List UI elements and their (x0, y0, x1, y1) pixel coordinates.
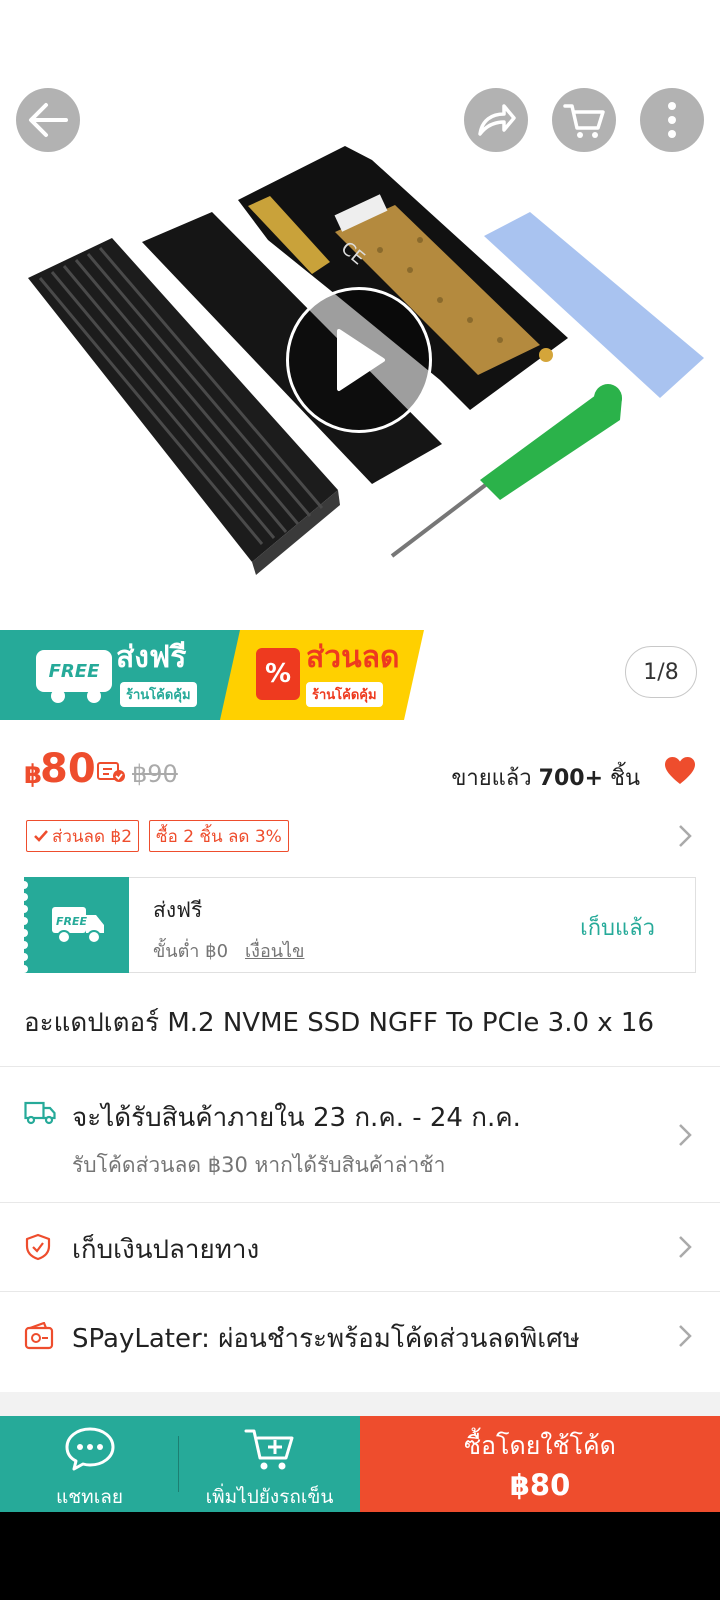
truck-wheels-icon (51, 689, 101, 703)
delivery-row[interactable]: จะได้รับสินค้าภายใน 23 ก.ค. - 24 ก.ค. รั… (0, 1067, 720, 1202)
chevron-right-icon (679, 1236, 692, 1258)
voucher-free-text: FREE (56, 915, 87, 928)
discount-tag[interactable]: ส่วนลด ฿2 (26, 820, 140, 852)
back-arrow-icon (29, 103, 68, 137)
discount-subtitle: ร้านโค้ดคุ้ม (306, 682, 383, 707)
voucher-title: ส่งฟรี (153, 898, 203, 922)
play-icon (337, 329, 385, 391)
price-row: ฿ 80 ฿90 ขายแล้ว 700+ ชิ้น (24, 746, 696, 802)
check-icon (34, 830, 48, 842)
cod-label: เก็บเงินปลายทาง (72, 1235, 260, 1265)
image-counter: 1/8 (625, 646, 697, 698)
free-truck-icon: FREE (52, 907, 104, 944)
shipping-voucher[interactable]: FREE ส่งฟรี ขั้นต่ำ ฿0 เงื่อนไข เก็บแล้ว (24, 877, 696, 973)
add-to-cart-icon (244, 1429, 293, 1470)
play-video-button[interactable] (286, 287, 432, 433)
delivery-estimate: จะได้รับสินค้าภายใน 23 ก.ค. - 24 ก.ค. (72, 1103, 521, 1133)
sold-suffix: ชิ้น (610, 766, 640, 791)
buy-price: ฿80 (509, 1468, 571, 1502)
chat-bubble-icon (65, 1427, 114, 1471)
heart-icon[interactable] (664, 756, 696, 786)
current-price: 80 (40, 746, 96, 792)
promo-tags[interactable]: ส่วนลด ฿2 ซื้อ 2 ชิ้น ลด 3% (26, 820, 289, 852)
chat-button[interactable]: แชทเลย (0, 1416, 179, 1512)
chevron-right-icon (679, 1325, 692, 1347)
truck-icon (24, 1101, 56, 1125)
more-vertical-icon (668, 102, 676, 138)
voucher-left: FREE (24, 877, 129, 973)
discount-title: ส่วนลด (306, 640, 400, 675)
shield-check-icon (25, 1233, 51, 1261)
original-price: ฿90 (132, 760, 178, 788)
buy-label: ซื้อโดยใช้โค้ด (464, 1431, 616, 1460)
more-options-button[interactable] (640, 88, 704, 152)
chevron-right-icon[interactable] (678, 824, 692, 848)
promo-banner: FREE ส่งฟรี ร้านโค้ดคุ้ม % ส่วนลด ร้านโค… (0, 630, 424, 720)
back-button[interactable] (16, 88, 80, 152)
chat-label: แชทเลย (56, 1486, 123, 1508)
bundle-deal-tag[interactable]: ซื้อ 2 ชิ้น ลด 3% (149, 820, 289, 852)
add-to-cart-label: เพิ่มไปยังรถเข็น (205, 1486, 334, 1508)
coupon-check-icon (97, 762, 125, 782)
paylater-label: SPayLater: ผ่อนชำระพร้อมโค้ดส่วนลดพิเศษ (72, 1324, 580, 1354)
discount-tag-label: ส่วนลด ฿2 (52, 826, 133, 847)
wallet-icon (24, 1322, 54, 1350)
notch-edge (24, 881, 28, 973)
paylater-row[interactable]: SPayLater: ผ่อนชำระพร้อมโค้ดส่วนลดพิเศษ (0, 1292, 720, 1392)
system-navigation-bar (0, 1512, 720, 1600)
heatsink-illustration (28, 238, 340, 575)
shopping-cart-icon (563, 104, 605, 138)
share-button[interactable] (464, 88, 528, 152)
chevron-right-icon (679, 1124, 692, 1146)
product-image-gallery[interactable]: CE FREE ส่งฟรี ร้านโค้ดคุ้ม % ส่วนลด ร้า… (0, 0, 720, 720)
cod-row[interactable]: เก็บเงินปลายทาง (0, 1203, 720, 1291)
free-shipping-subtitle: ร้านโค้ดคุ้ม (120, 682, 197, 707)
voucher-claimed-status[interactable]: เก็บแล้ว (580, 910, 655, 945)
product-title: อะแดปเตอร์ M.2 NVME SSD NGFF To PCIe 3.0… (24, 1008, 655, 1038)
sold-number: 700+ (538, 766, 604, 791)
section-gap (0, 1392, 720, 1416)
add-to-cart-button[interactable]: เพิ่มไปยังรถเข็น (179, 1416, 360, 1512)
bottom-action-bar: แชทเลย เพิ่มไปยังรถเข็น ซื้อโดยใช้โค้ด ฿… (0, 1416, 720, 1512)
share-icon (478, 104, 516, 136)
sold-prefix: ขายแล้ว (451, 766, 532, 791)
free-shipping-banner: FREE ส่งฟรี ร้านโค้ดคุ้ม (0, 630, 240, 720)
late-delivery-offer: รับโค้ดส่วนลด ฿30 หากได้รับสินค้าล่าช้า (72, 1153, 446, 1177)
voucher-min-spend: ขั้นต่ำ ฿0 (153, 941, 229, 962)
percent-tag-icon: % (256, 648, 300, 700)
buy-with-voucher-button[interactable]: ซื้อโดยใช้โค้ด ฿80 (360, 1416, 720, 1512)
screwdriver-illustration (390, 384, 622, 558)
bundle-deal-label: ซื้อ 2 ชิ้น ลด 3% (156, 826, 282, 847)
sold-count: ขายแล้ว 700+ ชิ้น (451, 760, 640, 795)
free-shipping-title: ส่งฟรี (116, 640, 187, 675)
voucher-conditions-link[interactable]: เงื่อนไข (245, 936, 304, 965)
free-badge: FREE (36, 650, 112, 692)
cart-button[interactable] (552, 88, 616, 152)
